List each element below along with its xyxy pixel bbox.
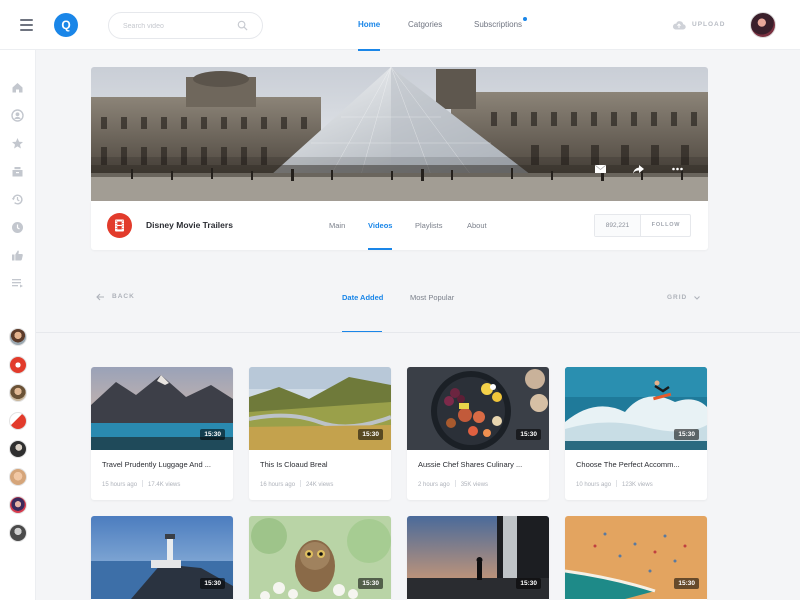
video-views: 35K views [460,482,489,488]
video-duration: 15:30 [674,429,699,440]
subscription-avatar-2[interactable] [9,356,27,374]
queue-list-icon[interactable] [11,276,24,289]
video-card[interactable]: 15:30 [91,516,233,600]
video-card[interactable]: 15:30 [565,516,707,600]
view-label: GRID [667,294,688,301]
view-toggle[interactable]: GRID [667,294,700,301]
video-age: 15 hours ago [102,482,138,488]
search-box [108,12,263,39]
menu-icon[interactable] [20,19,33,31]
thumbs-up-icon[interactable] [11,249,24,262]
back-label: BACK [112,293,135,300]
filter-divider [36,332,800,333]
video-thumbnail[interactable]: 15:30 [91,516,233,599]
video-title[interactable]: Aussie Chef Shares Culinary ... [418,460,543,469]
user-avatar[interactable] [750,12,776,38]
video-thumbnail[interactable]: 15:30 [407,516,549,599]
subscription-avatar-4[interactable] [9,412,27,430]
subscription-avatar-6[interactable] [9,468,27,486]
video-age: 10 hours ago [576,482,612,488]
video-title[interactable]: Travel Prudently Luggage And ... [102,460,227,469]
subscription-avatar-8[interactable] [9,524,27,542]
video-duration: 15:30 [674,578,699,589]
filter-date-added[interactable]: Date Added [342,293,383,302]
app-logo[interactable]: Q [54,13,78,37]
sidebar [0,50,36,600]
subscription-avatar-7[interactable] [9,496,27,514]
channel-name: Disney Movie Trailers [146,220,233,230]
follow-button[interactable]: FOLLOW [642,215,690,236]
video-duration: 15:30 [200,578,225,589]
share-icon[interactable] [632,163,645,175]
video-views: 123K views [622,482,653,488]
video-duration: 15:30 [516,429,541,440]
video-thumbnail[interactable]: 15:30 [249,516,391,599]
film-icon [115,219,124,232]
subscription-avatar-1[interactable] [9,328,27,346]
video-views: 24K views [306,482,334,488]
tab-about[interactable]: About [467,221,487,230]
nav-active-indicator [358,49,380,51]
subscription-avatar-3[interactable] [9,384,27,402]
home-icon[interactable] [11,81,24,94]
search-input[interactable] [123,19,233,33]
video-meta: 15 hours ago 17.4K views [102,480,180,488]
video-views: 17.4K views [148,482,181,488]
tab-active-indicator [368,248,392,250]
nav-home[interactable]: Home [358,20,380,29]
star-icon[interactable] [11,137,24,150]
video-duration: 15:30 [358,429,383,440]
video-age: 2 hours ago [418,482,450,488]
video-card[interactable]: 15:30 Travel Prudently Luggage And ... 1… [91,367,233,500]
follow-group: 892,221 FOLLOW [594,214,691,237]
inbox-icon[interactable] [11,165,24,178]
video-duration: 15:30 [516,578,541,589]
video-card[interactable]: 15:30 [249,516,391,600]
nav-subscriptions[interactable]: Subscriptions [474,20,522,29]
user-icon[interactable] [11,109,24,122]
video-title[interactable]: This Is Cloaud Breal [260,460,385,469]
notification-dot [523,17,527,21]
video-thumbnail[interactable]: 15:30 [565,367,707,450]
top-bar: Q Home Catgories Subscriptions UPLOAD [0,0,800,51]
filter-most-popular[interactable]: Most Popular [410,293,454,302]
subscription-avatar-5[interactable] [9,440,27,458]
video-thumbnail[interactable]: 15:30 [249,367,391,450]
video-meta: 2 hours ago 35K views [418,480,488,488]
video-thumbnail[interactable]: 15:30 [91,367,233,450]
nav-categories[interactable]: Catgories [408,20,442,29]
video-card[interactable]: 15:30 This Is Cloaud Breal 16 hours ago 2… [249,367,391,500]
tab-playlists[interactable]: Playlists [415,221,443,230]
video-thumbnail[interactable]: 15:30 [407,367,549,450]
video-card[interactable]: 15:30 [407,516,549,600]
arrow-left-icon [96,293,104,301]
video-thumbnail[interactable]: 15:30 [565,516,707,599]
channel-banner [91,67,708,201]
tab-videos[interactable]: Videos [368,221,392,230]
channel-avatar[interactable] [107,213,132,238]
upload-cloud-icon [672,21,686,30]
video-age: 16 hours ago [260,482,296,488]
more-icon[interactable] [671,163,684,175]
banner-image [91,67,708,201]
video-duration: 15:30 [200,429,225,440]
mail-icon[interactable] [594,163,607,175]
history-icon[interactable] [11,193,24,206]
video-card[interactable]: 15:30 Choose The Perfect Accomm... 10 ho… [565,367,707,500]
search-icon[interactable] [237,20,248,31]
subscriber-count: 892,221 [595,215,641,236]
video-duration: 15:30 [358,578,383,589]
channel-bar: Disney Movie Trailers Main Videos Playli… [91,201,708,250]
video-card[interactable]: 15:30 Aussie Chef Shares Culinary ... 2 … [407,367,549,500]
video-meta: 16 hours ago 24K views [260,480,333,488]
video-meta: 10 hours ago 123K views [576,480,653,488]
tab-main[interactable]: Main [329,221,345,230]
upload-label: UPLOAD [692,21,726,28]
chevron-down-icon [694,296,700,300]
clock-icon[interactable] [11,221,24,234]
video-title[interactable]: Choose The Perfect Accomm... [576,460,701,469]
